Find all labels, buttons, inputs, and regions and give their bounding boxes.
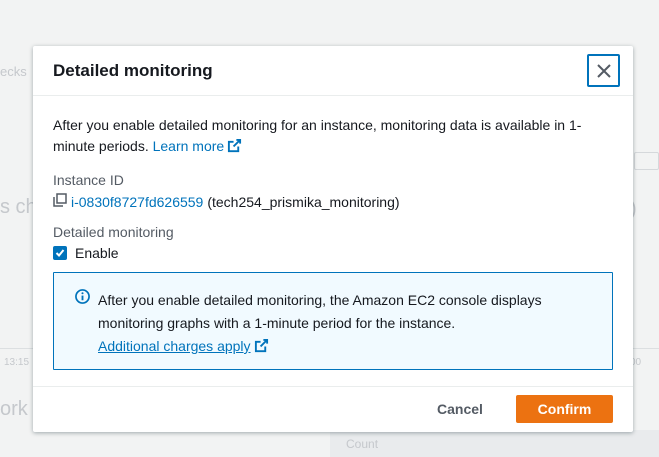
- copy-icon[interactable]: [53, 193, 67, 210]
- background-table-icon: [634, 152, 659, 170]
- learn-more-label: Learn more: [152, 138, 225, 154]
- info-icon: [75, 289, 90, 304]
- enable-checkbox[interactable]: [53, 246, 67, 260]
- additional-charges-label: Additional charges apply: [98, 338, 251, 354]
- enable-checkbox-label: Enable: [75, 245, 119, 261]
- instance-id-link[interactable]: i-0830f8727fd626559: [71, 194, 203, 210]
- checkmark-icon: [55, 249, 65, 257]
- close-button[interactable]: [587, 54, 620, 87]
- external-link-icon: [254, 338, 268, 353]
- modal-header: Detailed monitoring: [33, 46, 633, 96]
- instance-name: (tech254_prismika_monitoring): [207, 193, 400, 210]
- additional-charges-link[interactable]: Additional charges apply: [98, 338, 269, 354]
- instance-id-label: Instance ID: [53, 172, 124, 188]
- external-link-icon: [228, 138, 242, 153]
- instance-id-row: i-0830f8727fd626559 (tech254_prismika_mo…: [53, 193, 400, 210]
- background-panel: [330, 430, 659, 457]
- description-text: After you enable detailed monitoring for…: [53, 117, 582, 154]
- cancel-button[interactable]: Cancel: [437, 401, 483, 417]
- background-text: ecks: [0, 64, 27, 79]
- close-icon: [596, 63, 611, 78]
- modal-title: Detailed monitoring: [53, 61, 213, 80]
- enable-checkbox-row[interactable]: Enable: [53, 245, 119, 261]
- modal-footer: Cancel Confirm: [33, 386, 633, 432]
- info-alert: After you enable detailed monitoring, th…: [53, 272, 613, 370]
- detailed-monitoring-label: Detailed monitoring: [53, 224, 174, 240]
- info-alert-content: After you enable detailed monitoring, th…: [98, 289, 598, 358]
- background-time: 13:15: [4, 357, 30, 368]
- learn-more-link[interactable]: Learn more: [153, 138, 243, 154]
- background-count-label: Count: [346, 437, 379, 451]
- modal-description: After you enable detailed monitoring for…: [53, 115, 613, 157]
- confirm-button[interactable]: Confirm: [516, 395, 613, 423]
- info-alert-text: After you enable detailed monitoring, th…: [98, 292, 542, 331]
- detailed-monitoring-modal: Detailed monitoring After you enable det…: [33, 46, 633, 432]
